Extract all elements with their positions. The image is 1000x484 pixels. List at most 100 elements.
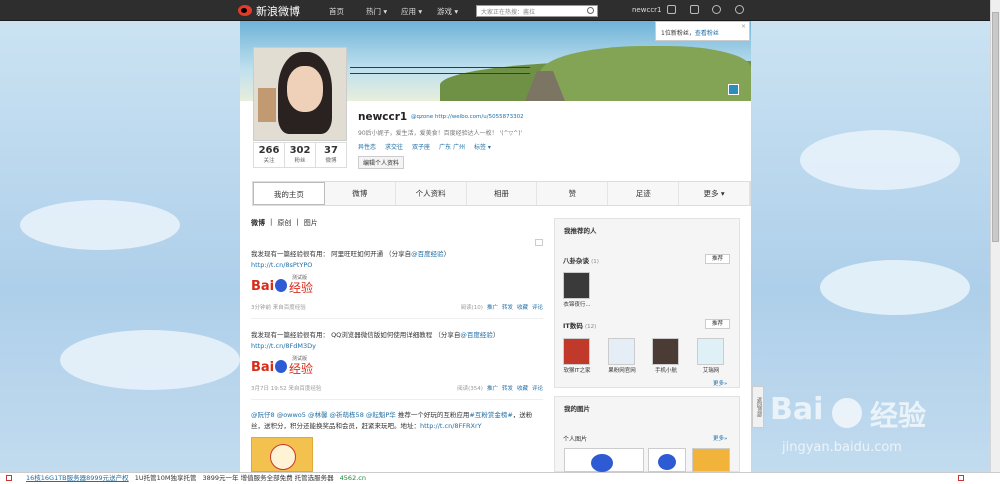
photo-thumb[interactable] [648,448,686,472]
person-name[interactable]: 手机小航 [646,366,686,374]
post-body: 我发现有一篇经验很有用： QQ浏览器微信版如何使用详细教程 （分享自 [251,331,461,339]
person-name[interactable]: 衣锦夜行... [557,300,597,308]
avatar-face [287,66,323,112]
tag-more[interactable]: 标签 ▾ [474,142,491,151]
favorite-button[interactable]: 收藏 [517,384,528,392]
baidu-jingyan-link[interactable]: @百度经验 [411,250,444,258]
person-avatar[interactable] [563,272,590,299]
post-footer: 3月7日 19:52 来自百度经验 阅读(354) 推广 转发 收藏 评论 [251,384,543,392]
close-icon[interactable] [958,475,964,481]
ad-text[interactable]: 1U托管10M独享托管 [135,473,197,484]
back-to-top-button[interactable]: 返回顶部 [752,386,764,428]
tab-footprint[interactable]: 足迹 [608,182,680,205]
post-via[interactable]: 来自百度经验 [288,386,321,392]
more-link[interactable]: 更多» [713,379,727,387]
search-input[interactable]: 大家正在热搜：酱拉 [476,5,598,17]
power-icon[interactable] [735,5,744,14]
read-count: 阅读(10) [460,305,483,311]
tag-zodiac[interactable]: 双子座 [412,142,430,151]
promote-button[interactable]: 推广 [487,303,498,311]
filter-all[interactable]: 微博 [251,218,265,228]
watermark-url: jingyan.baidu.com [782,440,902,455]
search-icon[interactable] [587,7,594,14]
cloud-decoration [800,130,960,190]
filter-images[interactable]: 图片 [304,218,318,228]
tag-location[interactable]: 广东 广州 [439,142,465,151]
ad-link[interactable]: 16核16G1TB服务器8999元送产权 [26,473,129,484]
post-mentions[interactable]: @阮仔8 @owwo5 @林馨 @祈萌栋58 @耘魁P华 [251,411,396,419]
baidu-jingyan-logo[interactable]: Bai 经验 测试版 [251,275,321,296]
photo-thumb[interactable] [564,448,644,472]
post-menu-icon[interactable] [535,239,543,246]
person-avatar[interactable] [697,338,724,365]
cover-edit-icon[interactable] [728,84,739,95]
recommend-button[interactable]: 推荐 [705,319,730,329]
filter-original[interactable]: 原创 [277,218,291,228]
person-avatar[interactable] [563,338,590,365]
post-time[interactable]: 3分钟前 [251,305,271,311]
profile-url[interactable]: http://weibo.com/u/5055873302 [435,114,524,120]
post-url[interactable]: http://t.cn/8sPtYPO [251,261,312,269]
promote-button[interactable]: 推广 [487,384,498,392]
repost-button[interactable]: 转发 [502,303,513,311]
person-avatar[interactable] [608,338,635,365]
tab-weibo[interactable]: 微博 [325,182,396,205]
watermark-jingyan: 经验 [870,399,927,432]
post-time[interactable]: 3月7日 19:52 [251,386,287,392]
post-url[interactable]: http://t.cn/8FFRXrY [420,422,482,430]
post-url[interactable]: http://t.cn/8FdM3Dy [251,342,316,350]
repost-button[interactable]: 转发 [502,384,513,392]
post-hashtag[interactable]: #互粉赏金榜# [469,411,512,419]
baidu-jingyan-link[interactable]: @百度经验 [460,331,493,339]
username-link[interactable]: newccr1 [632,6,662,14]
post-suffix: ） [443,250,451,258]
personal-photos-label: 个人图片 [563,436,588,443]
tag-status[interactable]: 求交往 [385,142,403,151]
ad-text[interactable]: 3899元一年 增值服务全部免费 托管选服务器 [202,473,333,484]
comment-button[interactable]: 评论 [532,303,543,311]
ad-domain[interactable]: 4562.cn [340,473,366,484]
post-via[interactable]: 来自百度经验 [273,305,306,311]
baidu-jingyan-logo[interactable]: Bai 经验 测试版 [251,356,321,377]
tab-home[interactable]: 我的主页 [253,182,325,205]
post-text: 我发现有一篇经验很有用： 阿里旺旺如何开通 （分享自@百度经验） http://… [251,249,543,271]
favorite-button[interactable]: 收藏 [517,303,528,311]
stat-posts[interactable]: 37 微博 [316,143,346,167]
tab-more[interactable]: 更多 ▾ [679,182,751,205]
nav-apps[interactable]: 应用 ▾ [401,6,422,17]
person-avatar[interactable] [652,338,679,365]
profile-domain[interactable]: @qzone http://weibo.com/u/5055873302 [411,114,524,120]
view-followers-link[interactable]: 查看粉丝 [695,30,719,37]
tab-album[interactable]: 相册 [467,182,538,205]
avatar[interactable] [253,47,347,141]
messages-icon[interactable] [690,5,699,14]
more-link[interactable]: 更多» [713,434,727,442]
tag-orientation[interactable]: 异性恋 [358,142,376,151]
scrollbar-thumb[interactable] [992,12,999,242]
person-name[interactable]: 果粉网官网 [602,366,642,374]
person-name[interactable]: 艾瑞网 [691,366,731,374]
tab-info[interactable]: 个人资料 [396,182,467,205]
page-scrollbar[interactable] [990,0,1000,484]
stat-following[interactable]: 266 关注 [254,143,285,167]
weibo-logo[interactable]: 新浪微博 [238,3,300,18]
edit-profile-button[interactable]: 编辑个人资料 [358,156,405,169]
comment-button[interactable]: 评论 [532,384,543,392]
close-icon[interactable] [6,475,12,481]
recommend-button[interactable]: 推荐 [705,254,730,264]
settings-icon[interactable] [712,5,721,14]
stat-followers[interactable]: 302 粉丝 [285,143,316,167]
nav-games[interactable]: 游戏 ▾ [437,6,458,17]
qzone-badge[interactable]: @qzone [411,114,433,120]
profile-tabs: 我的主页 微博 个人资料 相册 赞 足迹 更多 ▾ [252,181,751,206]
post-text: 我发现有一篇经验很有用： QQ浏览器微信版如何使用详细教程 （分享自@百度经验）… [251,330,543,352]
close-icon[interactable]: × [741,23,746,30]
nav-home[interactable]: 首页 [329,6,344,17]
post-image[interactable] [251,437,313,472]
nav-hot[interactable]: 热门 ▾ [366,6,387,17]
person-name[interactable]: 软猴IT之家 [557,366,597,374]
photos-title: 我的图片 [564,405,590,413]
tab-likes[interactable]: 赞 [537,182,609,205]
photo-thumb[interactable] [692,448,730,472]
compose-icon[interactable] [667,5,676,14]
